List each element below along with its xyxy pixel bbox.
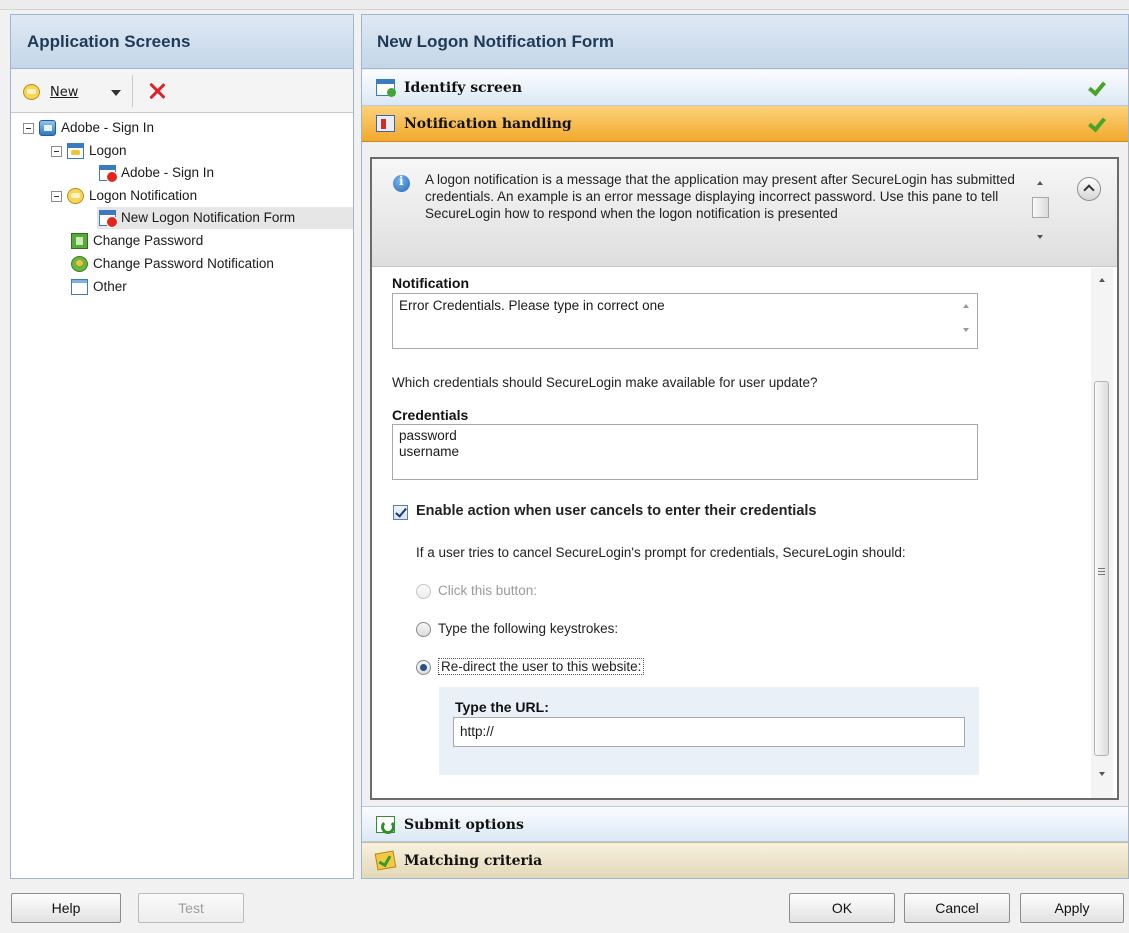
- section-matching-criteria[interactable]: Matching criteria: [362, 842, 1128, 878]
- notification-handling-content: A logon notification is a message that t…: [370, 157, 1119, 800]
- credentials-list[interactable]: password username: [392, 424, 978, 480]
- complete-check-icon: [1086, 115, 1106, 133]
- screens-tree: Adobe - Sign In Logon Adobe - Sign In Lo…: [11, 113, 353, 873]
- redirect-label[interactable]: Re-direct the user to this website:: [438, 658, 645, 675]
- collapse-toggle-icon[interactable]: [51, 145, 62, 157]
- cancel-instructions: If a user tries to cancel SecureLogin's …: [416, 545, 906, 560]
- tree-item-other[interactable]: Other: [71, 276, 127, 298]
- application-screens-panel: Application Screens New Adobe - Sign In …: [10, 14, 354, 879]
- enable-action-checkbox[interactable]: [393, 505, 408, 520]
- window-top-strip: [0, 0, 1129, 10]
- tree-item-change-password-notification[interactable]: Change Password Notification: [71, 253, 274, 275]
- info-icon: [393, 174, 410, 192]
- submit-options-icon: [376, 816, 395, 834]
- tree-item-logon-notification[interactable]: Logon Notification: [51, 185, 197, 207]
- section-label: Submit options: [404, 817, 524, 833]
- credentials-question: Which credentials should SecureLogin mak…: [392, 375, 818, 390]
- application-icon: [39, 120, 56, 136]
- scroll-thumb[interactable]: [1094, 381, 1109, 756]
- complete-check-icon: [1086, 79, 1106, 97]
- url-value: http://: [460, 724, 494, 739]
- scroll-grip-icon: [1098, 568, 1105, 569]
- scroll-down-icon[interactable]: [963, 328, 969, 332]
- ok-button[interactable]: OK: [789, 893, 895, 923]
- textbox-scrollbar[interactable]: [959, 298, 973, 342]
- scroll-down-icon[interactable]: [1037, 235, 1043, 239]
- tree-item-label: Adobe - Sign In: [61, 120, 155, 135]
- tree-item-change-password[interactable]: Change Password: [71, 230, 203, 252]
- screen-error-icon: [99, 165, 118, 183]
- section-label: Notification handling: [404, 116, 572, 132]
- url-input[interactable]: http://: [453, 717, 965, 747]
- scroll-up-icon[interactable]: [1037, 181, 1043, 185]
- application-screens-title: Application Screens: [11, 15, 353, 69]
- notification-textbox[interactable]: Error Credentials. Please type in correc…: [392, 293, 978, 349]
- cancel-button[interactable]: Cancel: [904, 893, 1010, 923]
- collapse-toggle-icon[interactable]: [23, 122, 34, 134]
- help-button[interactable]: Help: [11, 893, 121, 923]
- tree-item-label: Change Password Notification: [93, 256, 274, 271]
- credential-item-password[interactable]: password: [399, 428, 971, 444]
- collapse-up-button[interactable]: [1077, 177, 1101, 201]
- tree-item-label: New Logon Notification Form: [121, 210, 296, 225]
- url-group: Type the URL: http://: [439, 687, 979, 775]
- other-screen-icon: [71, 279, 88, 295]
- tree-item-adobe-sign-in-app[interactable]: Adobe - Sign In: [23, 117, 154, 139]
- enable-action-label[interactable]: Enable action when user cancels to enter…: [416, 503, 817, 519]
- left-toolbar: New: [11, 69, 353, 113]
- scroll-up-icon[interactable]: [963, 304, 969, 308]
- tree-item-logon[interactable]: Logon: [51, 140, 127, 162]
- credentials-label: Credentials: [392, 407, 469, 423]
- section-label: Identify screen: [404, 80, 523, 96]
- tree-item-label: Change Password: [93, 233, 204, 248]
- notification-handling-icon: [376, 115, 395, 132]
- notification-label: Notification: [392, 275, 469, 291]
- info-text: A logon notification is a message that t…: [425, 172, 1015, 221]
- test-button[interactable]: Test: [138, 893, 244, 923]
- credential-item-username[interactable]: username: [399, 444, 971, 460]
- tree-item-label: Other: [93, 279, 127, 294]
- tree-item-adobe-sign-in-screen[interactable]: Adobe - Sign In: [99, 162, 214, 184]
- change-password-icon: [71, 233, 88, 249]
- form-area: Notification Error Credentials. Please t…: [372, 267, 1084, 798]
- dialog-button-bar: Help Test OK Cancel Apply: [0, 879, 1129, 933]
- notification-value: Error Credentials. Please type in correc…: [399, 298, 665, 313]
- tree-item-label: Logon: [89, 143, 127, 158]
- tree-item-new-logon-notification-form[interactable]: New Logon Notification Form: [97, 207, 353, 229]
- section-notification-handling[interactable]: Notification handling: [362, 106, 1128, 142]
- apply-button[interactable]: Apply: [1020, 893, 1124, 923]
- click-button-label: Click this button:: [438, 583, 538, 598]
- section-identify-screen[interactable]: Identify screen: [362, 70, 1128, 106]
- notification-bubble-icon: [67, 188, 84, 204]
- type-keystrokes-label[interactable]: Type the following keystrokes:: [438, 621, 618, 636]
- collapse-toggle-icon[interactable]: [51, 190, 62, 202]
- tree-item-label: Logon Notification: [89, 188, 198, 203]
- type-keystrokes-radio[interactable]: [416, 622, 431, 637]
- click-button-radio[interactable]: [416, 584, 431, 599]
- form-title: New Logon Notification Form: [362, 15, 1128, 69]
- logon-screen-icon: [67, 143, 84, 159]
- matching-criteria-icon: [374, 850, 397, 871]
- form-panel: New Logon Notification Form Identify scr…: [361, 14, 1129, 879]
- delete-icon[interactable]: [147, 81, 167, 101]
- scroll-up-icon[interactable]: [1099, 278, 1105, 282]
- toolbar-separator: [132, 75, 133, 107]
- form-scrollbar[interactable]: [1091, 268, 1113, 798]
- section-label: Matching criteria: [404, 853, 543, 869]
- info-box: A logon notification is a message that t…: [372, 159, 1117, 267]
- info-scrollbar[interactable]: [1032, 169, 1052, 253]
- scroll-down-icon[interactable]: [1099, 772, 1105, 776]
- new-button[interactable]: New: [23, 81, 78, 103]
- new-button-label: New: [50, 84, 79, 100]
- screen-error-icon: [99, 210, 118, 228]
- url-label: Type the URL:: [455, 699, 549, 715]
- tree-item-label: Adobe - Sign In: [121, 165, 215, 180]
- section-submit-options[interactable]: Submit options: [362, 806, 1128, 842]
- redirect-radio[interactable]: [416, 660, 431, 675]
- change-password-notification-icon: [71, 256, 88, 272]
- identify-screen-icon: [376, 79, 396, 97]
- new-dropdown-arrow-icon[interactable]: [111, 90, 121, 96]
- new-bubble-icon: [23, 84, 40, 100]
- scroll-thumb[interactable]: [1032, 197, 1049, 218]
